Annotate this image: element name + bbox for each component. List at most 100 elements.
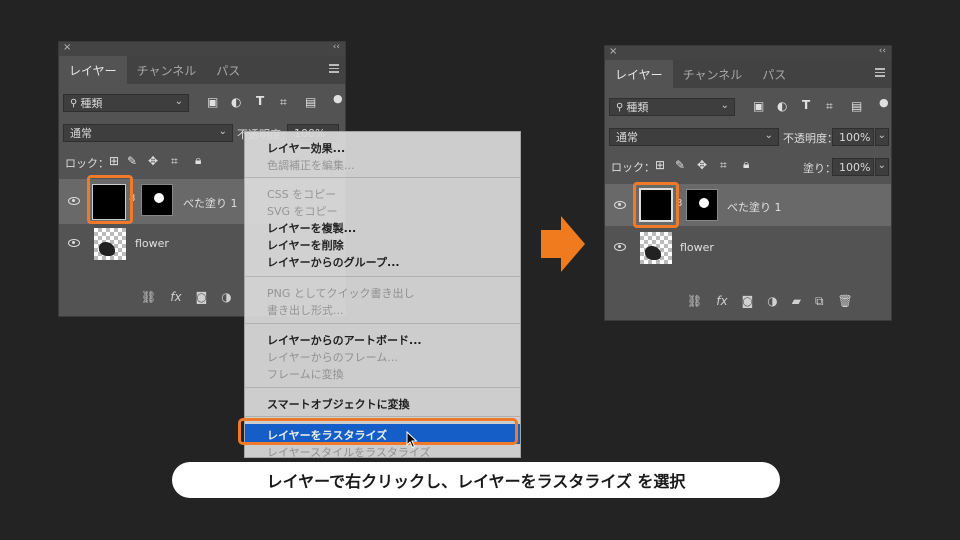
collapse-icon[interactable]: ‹‹ [333, 42, 340, 52]
menu-item-duplicate-layer[interactable]: レイヤーを複製... [267, 220, 356, 236]
opacity-value: 100% [839, 130, 871, 144]
layer-row-flower[interactable]: flower [605, 227, 891, 267]
eye-icon[interactable] [68, 197, 80, 205]
smart-object-filter-icon[interactable]: ▤ [851, 99, 862, 113]
tab-paths[interactable]: パス [206, 56, 250, 84]
image-filter-icon[interactable]: ▣ [207, 95, 218, 109]
chevron-down-icon: ⌄ [764, 130, 773, 141]
filter-toggle-icon[interactable]: ● [879, 96, 889, 109]
type-filter-icon[interactable]: T [256, 94, 264, 108]
menu-item-quick-export-png: PNG としてクイック書き出し [267, 287, 415, 300]
filter-value: 種類 [80, 97, 103, 110]
chevron-down-icon: ⌄ [720, 100, 729, 111]
new-layer-icon[interactable]: ⧉ [815, 294, 824, 309]
mask-thumbnail [686, 189, 718, 221]
menu-separator [245, 387, 520, 388]
search-icon: ⚲ [616, 101, 624, 113]
link-layers-icon[interactable]: ⛓︎ [141, 290, 156, 304]
shape-filter-icon[interactable]: ⌗ [280, 95, 287, 110]
chevron-down-icon: ⌄ [218, 126, 227, 137]
tab-channels[interactable]: チャンネル [673, 60, 753, 88]
menu-separator [245, 416, 520, 417]
filter-toggle-icon[interactable]: ● [333, 92, 343, 105]
link-layers-icon[interactable]: ⛓︎ [687, 294, 702, 308]
panel-tabs: レイヤー チャンネル パス [605, 60, 891, 88]
menu-separator [245, 276, 520, 277]
shape-filter-icon[interactable]: ⌗ [826, 99, 833, 114]
adjustment-filter-icon[interactable]: ◐ [777, 99, 787, 113]
tab-layers[interactable]: レイヤー [605, 60, 673, 88]
fill-thumbnail-highlight [87, 175, 133, 224]
eye-icon[interactable] [614, 243, 626, 251]
rasterize-highlight [238, 418, 518, 445]
chevron-down-icon: ⌄ [877, 160, 886, 171]
collapse-icon[interactable]: ‹‹ [879, 46, 886, 56]
lock-all-icon[interactable]: 🔒︎ [195, 153, 201, 168]
menu-item-delete-layer[interactable]: レイヤーを削除 [267, 237, 344, 253]
trash-icon[interactable]: 🗑︎ [838, 294, 853, 308]
fill-value: 100% [839, 160, 871, 174]
lock-artboard-icon[interactable]: ⌗ [720, 158, 727, 173]
menu-item-convert-smart-object[interactable]: スマートオブジェクトに変換 [267, 396, 410, 412]
blend-mode-select[interactable]: 通常 ⌄ [63, 124, 233, 142]
tab-paths[interactable]: パス [752, 60, 796, 88]
lock-transparent-icon[interactable]: ⊞ [109, 154, 119, 168]
opacity-dropdown[interactable]: ⌄ [875, 128, 889, 146]
lock-position-icon[interactable]: ✥ [697, 158, 707, 172]
add-mask-icon[interactable]: ◙ [196, 290, 208, 304]
menu-item-artboard-from-layers[interactable]: レイヤーからのアートボード... [267, 332, 422, 348]
lock-transparent-icon[interactable]: ⊞ [655, 158, 665, 172]
layer-name: flower [135, 237, 169, 250]
blend-mode-value: 通常 [616, 131, 638, 144]
menu-item-copy-svg: SVG をコピー [267, 205, 338, 218]
lock-artboard-icon[interactable]: ⌗ [171, 154, 178, 169]
menu-item-copy-css: CSS をコピー [267, 188, 337, 201]
menu-item-group-from-layers[interactable]: レイヤーからのグループ... [267, 254, 400, 270]
lock-paint-icon[interactable]: ✎ [127, 154, 137, 168]
layer-filter-select[interactable]: ⚲ 種類 ⌄ [609, 98, 735, 116]
layer-name: flower [680, 241, 714, 254]
chevron-down-icon: ⌄ [174, 96, 183, 107]
fill-dropdown[interactable]: ⌄ [875, 158, 889, 176]
adjustment-layer-icon[interactable]: ◑ [221, 290, 231, 304]
layer-filter-select[interactable]: ⚲ 種類 ⌄ [63, 94, 189, 112]
lock-label: ロック： [611, 161, 655, 174]
add-mask-icon[interactable]: ◙ [742, 294, 754, 308]
panel-footer: ⛓︎ fx ◙ ◑ ▰ ⧉ 🗑︎ [605, 290, 891, 312]
lock-all-icon[interactable]: 🔒︎ [743, 157, 749, 172]
menu-separator [245, 323, 520, 324]
layers-panel-after: × ‹‹ レイヤー チャンネル パス ⚲ 種類 ⌄ ▣ ◐ T ⌗ ▤ ● 通常… [604, 45, 892, 321]
close-icon[interactable]: × [63, 42, 71, 53]
smart-object-filter-icon[interactable]: ▤ [305, 95, 316, 109]
search-icon: ⚲ [70, 97, 78, 109]
menu-item-layer-effects[interactable]: レイヤー効果... [267, 140, 345, 156]
eye-icon[interactable] [614, 201, 626, 209]
blend-mode-select[interactable]: 通常 ⌄ [609, 128, 779, 146]
panel-menu-icon[interactable] [875, 68, 885, 79]
panel-titlebar: × ‹‹ [59, 42, 345, 56]
menu-item-frame-from-layers: レイヤーからのフレーム... [267, 351, 398, 364]
eye-icon[interactable] [68, 239, 80, 247]
folder-icon[interactable]: ▰ [792, 294, 801, 308]
adjustment-filter-icon[interactable]: ◐ [231, 95, 241, 109]
layer-name: べた塗り 1 [183, 197, 238, 210]
fx-icon[interactable]: fx [170, 290, 181, 304]
panel-menu-icon[interactable] [329, 64, 339, 75]
panel-titlebar: × ‹‹ [605, 46, 891, 60]
type-filter-icon[interactable]: T [802, 98, 810, 112]
image-filter-icon[interactable]: ▣ [753, 99, 764, 113]
opacity-input[interactable]: 100% [832, 128, 874, 146]
panel-tabs: レイヤー チャンネル パス [59, 56, 345, 84]
opacity-label: 不透明度： [783, 132, 838, 145]
tab-channels[interactable]: チャンネル [127, 56, 207, 84]
lock-paint-icon[interactable]: ✎ [675, 158, 685, 172]
tab-layers[interactable]: レイヤー [59, 56, 127, 84]
fill-input[interactable]: 100% [832, 158, 874, 176]
adjustment-layer-icon[interactable]: ◑ [767, 294, 777, 308]
mask-thumbnail [141, 184, 173, 216]
close-icon[interactable]: × [609, 46, 617, 57]
chevron-down-icon: ⌄ [877, 130, 886, 141]
lock-position-icon[interactable]: ✥ [148, 154, 158, 168]
fx-icon[interactable]: fx [716, 294, 727, 308]
fill-thumbnail-highlight [633, 182, 679, 228]
